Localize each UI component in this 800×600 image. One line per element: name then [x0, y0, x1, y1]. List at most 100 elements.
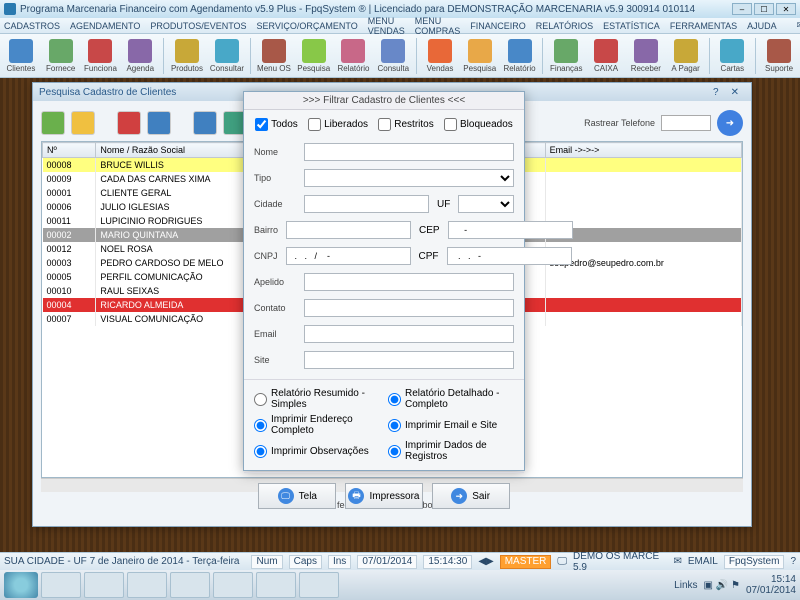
status-bar: SUA CIDADE - UF 7 de Janeiro de 2014 - T…	[0, 552, 800, 570]
label-bairro: Bairro	[254, 225, 278, 235]
chk-liberados[interactable]: Liberados	[308, 118, 368, 131]
window-close-button[interactable]: ✕	[725, 87, 745, 98]
menu-estatistica[interactable]: ESTATÍSTICA	[603, 21, 660, 31]
status-master: MASTER	[500, 555, 552, 569]
toolbar-relatório[interactable]: Relatório	[503, 39, 537, 73]
status-nav-icon[interactable]: ◀▶	[478, 556, 493, 567]
chk-restritos[interactable]: Restritos	[378, 118, 433, 131]
menubar: CADASTROS AGENDAMENTO PRODUTOS/EVENTOS S…	[0, 18, 800, 34]
menu-relatorios[interactable]: RELATÓRIOS	[536, 21, 593, 31]
window-help-button[interactable]: ?	[707, 87, 725, 98]
toolbar-cartas[interactable]: Cartas	[715, 39, 749, 73]
menu-produtos[interactable]: PRODUTOS/EVENTOS	[150, 21, 246, 31]
input-cidade[interactable]	[304, 195, 429, 213]
close-button[interactable]: ✕	[776, 3, 796, 15]
toolbar-agenda[interactable]: Agenda	[123, 39, 157, 73]
tray-date: 07/01/2014	[746, 585, 796, 596]
status-ins: Ins	[328, 555, 351, 569]
toolbar-menu os[interactable]: Menu OS	[257, 39, 291, 73]
track-phone-input[interactable]	[661, 115, 711, 131]
opt-email-site[interactable]: Imprimir Email e Site	[388, 414, 514, 436]
toolbar-relatório[interactable]: Relatório	[337, 39, 371, 73]
taskbar-item-3[interactable]	[127, 572, 167, 598]
label-cnpj: CNPJ	[254, 251, 278, 261]
label-cep: CEP	[419, 225, 440, 236]
edit-button[interactable]	[71, 111, 95, 135]
input-contato[interactable]	[304, 299, 514, 317]
toolbar-consulta[interactable]: Consulta	[376, 39, 410, 73]
btn-impressora[interactable]: 🖶Impressora	[345, 483, 423, 509]
taskbar-item-6[interactable]	[256, 572, 296, 598]
input-site[interactable]	[304, 351, 514, 369]
menu-compras[interactable]: MENU COMPRAS	[415, 16, 461, 36]
toolbar-consultar[interactable]: Consultar	[210, 39, 244, 73]
menu-servico[interactable]: SERVIÇO/ORÇAMENTO	[257, 21, 358, 31]
input-cep[interactable]	[448, 221, 573, 239]
opt-detalhado[interactable]: Relatório Detalhado - Completo	[388, 388, 514, 410]
col-header[interactable]: Email ->->->	[545, 143, 741, 158]
opt-resumido[interactable]: Relatório Resumido - Simples	[254, 388, 380, 410]
btn-sair[interactable]: ➜Sair	[432, 483, 510, 509]
btn-tela[interactable]: 🖵Tela	[258, 483, 336, 509]
taskbar-item-1[interactable]	[41, 572, 81, 598]
add-button[interactable]	[41, 111, 65, 135]
toolbar-finanças[interactable]: Finanças	[549, 39, 583, 73]
chk-todos[interactable]: Todos	[255, 118, 298, 131]
input-email[interactable]	[304, 325, 514, 343]
status-city: SUA CIDADE - UF 7 de Janeiro de 2014 - T…	[4, 556, 239, 567]
status-email-icon[interactable]: ✉	[673, 556, 681, 567]
toolbar-vendas[interactable]: Vendas	[423, 39, 457, 73]
status-num: Num	[251, 555, 282, 569]
opt-endereco[interactable]: Imprimir Endereço Completo	[254, 414, 380, 436]
label-tipo: Tipo	[254, 173, 296, 183]
menu-agendamento[interactable]: AGENDAMENTO	[70, 21, 140, 31]
tray-icons[interactable]: ▣ 🔊 ⚑	[704, 580, 740, 591]
label-uf: UF	[437, 199, 450, 210]
toolbar-clientes[interactable]: Clientes	[4, 39, 38, 73]
track-phone-label: Rastrear Telefone	[584, 118, 655, 128]
toolbar-pesquisa[interactable]: Pesquisa	[297, 39, 331, 73]
taskbar-item-2[interactable]	[84, 572, 124, 598]
toolbar-produtos[interactable]: Produtos	[170, 39, 204, 73]
status-time: 15:14:30	[423, 555, 472, 569]
toolbar-funciona[interactable]: Funciona	[84, 39, 118, 73]
toolbar-fornece[interactable]: Fornece	[44, 39, 78, 73]
menu-financeiro[interactable]: FINANCEIRO	[470, 21, 526, 31]
toolbar-suporte[interactable]: Suporte	[762, 39, 796, 73]
taskbar-item-4[interactable]	[170, 572, 210, 598]
toolbar-receber[interactable]: Receber	[629, 39, 663, 73]
menu-ferramentas[interactable]: FERRAMENTAS	[670, 21, 737, 31]
tray-links[interactable]: Links	[674, 580, 697, 591]
toolbar-pesquisa[interactable]: Pesquisa	[463, 39, 497, 73]
col-header[interactable]: Nº	[43, 143, 96, 158]
main-toolbar: ClientesForneceFuncionaAgendaProdutosCon…	[0, 34, 800, 78]
opt-registros[interactable]: Imprimir Dados de Registros	[388, 440, 514, 462]
label-contato: Contato	[254, 303, 296, 313]
clients-search-window: Pesquisa Cadastro de Clientes ? ✕ Pesqui…	[32, 82, 752, 527]
opt-observacoes[interactable]: Imprimir Observações	[254, 440, 380, 462]
start-button[interactable]	[4, 572, 38, 598]
print-button[interactable]	[147, 111, 171, 135]
label-cpf: CPF	[419, 251, 439, 262]
menu-cadastros[interactable]: CADASTROS	[4, 21, 60, 31]
delete-button[interactable]	[117, 111, 141, 135]
toolbar-caixa[interactable]: CAIXA	[589, 39, 623, 73]
maximize-button[interactable]: ☐	[754, 3, 774, 15]
input-cpf[interactable]	[447, 247, 572, 265]
select-uf[interactable]	[458, 195, 514, 213]
select-tipo[interactable]	[304, 169, 514, 187]
input-apelido[interactable]	[304, 273, 514, 291]
input-bairro[interactable]	[286, 221, 411, 239]
taskbar-item-7[interactable]	[299, 572, 339, 598]
input-nome[interactable]	[304, 143, 514, 161]
status-help-button[interactable]: ?	[790, 556, 796, 567]
input-cnpj[interactable]	[286, 247, 411, 265]
taskbar-item-5[interactable]	[213, 572, 253, 598]
tool-1-button[interactable]	[193, 111, 217, 135]
chk-bloqueados[interactable]: Bloqueados	[444, 118, 513, 131]
go-button[interactable]: ➜	[717, 110, 743, 136]
toolbar-a pagar[interactable]: A Pagar	[669, 39, 703, 73]
minimize-button[interactable]: –	[732, 3, 752, 15]
menu-ajuda[interactable]: AJUDA	[747, 21, 777, 31]
menu-vendas[interactable]: MENU VENDAS	[368, 16, 405, 36]
